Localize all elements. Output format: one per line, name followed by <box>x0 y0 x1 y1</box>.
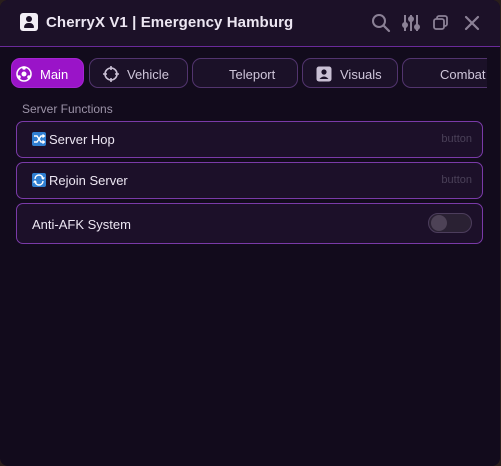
section-title: Server Functions <box>22 102 113 116</box>
tab-combat[interactable]: Combat <box>402 58 487 88</box>
tab-bar: Main Vehicle Teleport Visuals Combat <box>0 57 487 91</box>
tab-vehicle-label: Vehicle <box>127 67 169 82</box>
button-type-hint: button <box>441 133 472 145</box>
toggle-knob <box>431 215 447 231</box>
rejoin-server-button[interactable]: Rejoin Server button <box>16 162 483 199</box>
tab-main-label: Main <box>40 67 69 82</box>
window-title: CherryX V1 | Emergency Hamburg <box>46 14 294 31</box>
rejoin-server-label: Rejoin Server <box>49 173 128 188</box>
tab-teleport[interactable]: Teleport <box>192 58 298 88</box>
search-icon[interactable] <box>370 12 392 34</box>
title-bar: CherryX V1 | Emergency Hamburg <box>0 0 500 47</box>
tab-main[interactable]: Main <box>11 58 84 88</box>
user-card-icon <box>315 65 333 83</box>
shuffle-emoji-icon <box>32 132 46 146</box>
anti-afk-toggle[interactable] <box>428 213 472 233</box>
server-hop-button[interactable]: Server Hop button <box>16 121 483 158</box>
tab-visuals-label: Visuals <box>340 67 382 82</box>
tab-combat-label: Combat <box>440 67 486 82</box>
crosshair-icon <box>102 65 120 83</box>
main-icon <box>15 65 33 83</box>
repeat-emoji-icon <box>32 173 46 187</box>
tab-visuals[interactable]: Visuals <box>302 58 398 88</box>
app-window: CherryX V1 | Emergency Hamburg Main Vehi… <box>0 0 500 466</box>
server-hop-label: Server Hop <box>49 132 115 147</box>
close-icon[interactable] <box>461 12 483 34</box>
user-card-icon <box>20 13 38 31</box>
anti-afk-row: Anti-AFK System <box>16 203 483 244</box>
settings-sliders-icon[interactable] <box>400 12 422 34</box>
button-type-hint: button <box>441 174 472 186</box>
tab-teleport-label: Teleport <box>229 67 276 82</box>
anti-afk-label: Anti-AFK System <box>32 217 131 232</box>
tab-vehicle[interactable]: Vehicle <box>89 58 188 88</box>
minimize-icon[interactable] <box>431 12 453 34</box>
